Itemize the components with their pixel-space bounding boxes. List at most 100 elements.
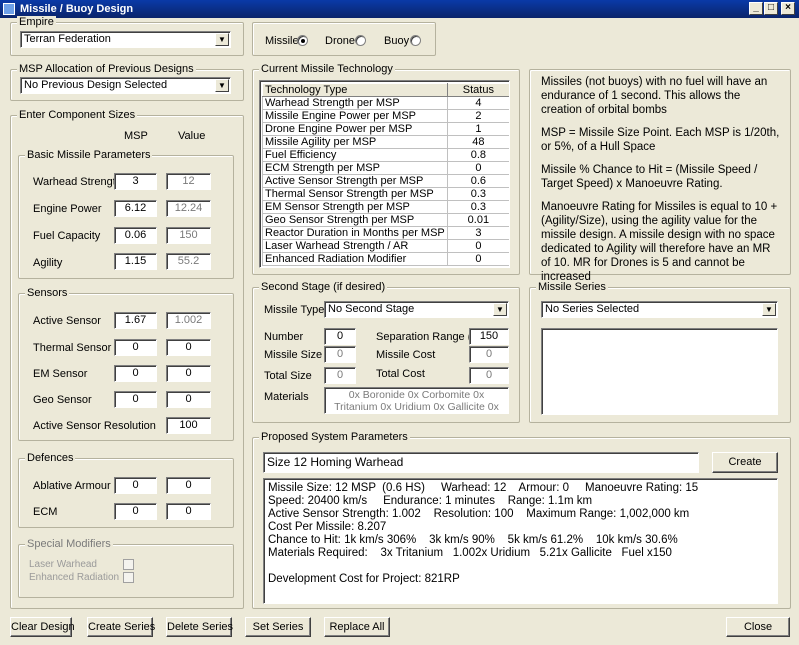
defences-legend: Defences <box>25 452 76 464</box>
engine-msp-input[interactable]: 6.12 <box>114 200 157 217</box>
ecm-label: ECM <box>33 506 58 518</box>
number-label: Number <box>264 331 304 343</box>
second-stage-select[interactable]: No Second Stage ▼ <box>324 301 509 318</box>
armour-msp-input[interactable]: 0 <box>114 477 157 494</box>
info-fuel: Missiles (not buoys) with no fuel will h… <box>541 76 768 116</box>
tech-status: 0 <box>446 239 509 253</box>
close-button[interactable]: Close <box>726 617 790 637</box>
tech-legend: Current Missile Technology <box>259 63 395 75</box>
clear-design-button[interactable]: Clear Design <box>10 617 75 637</box>
total-cost-label: Total Cost <box>376 368 425 380</box>
enhanced-radiation-checkbox[interactable] <box>123 572 134 583</box>
total-size-value: 0 <box>324 367 356 384</box>
number-input[interactable]: 0 <box>324 328 356 345</box>
tech-status: 0.01 <box>446 213 509 227</box>
missile-size-label: Missile Size <box>264 349 323 361</box>
fuel-value: 150 <box>166 227 211 244</box>
radio-drone-label: Drone <box>325 35 355 47</box>
fuel-msp-input[interactable]: 0.06 <box>114 227 157 244</box>
thermal-sensor-label: Thermal Sensor <box>33 342 112 354</box>
minimize-button[interactable]: _ <box>749 2 763 15</box>
delete-series-button[interactable]: Delete Series <box>166 617 233 637</box>
table-row[interactable]: Geo Sensor Strength per MSP 0.01 <box>262 213 509 227</box>
tech-status: 0 <box>446 252 509 266</box>
table-row[interactable]: Drone Engine Power per MSP 1 <box>262 122 509 136</box>
tech-col-status[interactable]: Status <box>446 83 509 97</box>
em-sensor-msp-input[interactable]: 0 <box>114 365 157 382</box>
radio-missile[interactable] <box>297 35 308 46</box>
close-window-button[interactable]: × <box>781 2 795 15</box>
empire-select[interactable]: Terran Federation ▼ <box>20 31 231 48</box>
chevron-down-icon[interactable]: ▼ <box>215 33 229 46</box>
ecm-value: 0 <box>166 503 211 520</box>
warhead-msp-input[interactable]: 3 <box>114 173 157 190</box>
sensor-resolution-input[interactable]: 100 <box>166 417 211 434</box>
separation-input[interactable]: 150 <box>469 328 509 345</box>
previous-design-select[interactable]: No Previous Design Selected ▼ <box>20 77 231 94</box>
tech-type: Drone Engine Power per MSP <box>262 122 448 136</box>
ecm-msp-input[interactable]: 0 <box>114 503 157 520</box>
set-series-button[interactable]: Set Series <box>245 617 311 637</box>
radio-buoy-label: Buoy <box>384 35 410 47</box>
empire-selected: Terran Federation <box>24 33 111 45</box>
tech-status: 0.3 <box>446 187 509 201</box>
tech-type: Active Sensor Strength per MSP <box>262 174 448 188</box>
table-row[interactable]: Reactor Duration in Months per MSP 3 <box>262 226 509 240</box>
tech-status: 0.6 <box>446 174 509 188</box>
table-row[interactable]: Fuel Efficiency 0.8 <box>262 148 509 162</box>
table-row[interactable]: Laser Warhead Strength / AR 0 <box>262 239 509 253</box>
enhanced-radiation-label: Enhanced Radiation <box>29 572 120 583</box>
series-list[interactable] <box>541 328 778 415</box>
table-row[interactable]: Active Sensor Strength per MSP 0.6 <box>262 174 509 188</box>
separation-label: Separation Range (k) <box>376 331 481 343</box>
table-row[interactable]: ECM Strength per MSP 0 <box>262 161 509 175</box>
info-text: Missiles (not buoys) with no fuel will h… <box>541 75 781 293</box>
table-row[interactable]: Warhead Strength per MSP 4 <box>262 96 509 110</box>
create-series-button[interactable]: Create Series <box>87 617 155 637</box>
tech-type: Enhanced Radiation Modifier <box>262 252 448 266</box>
design-summary: Missile Size: 12 MSP (0.6 HS) Warhead: 1… <box>263 478 778 604</box>
special-modifiers-group: Special Modifiers <box>18 538 234 598</box>
create-button[interactable]: Create <box>712 452 778 473</box>
agility-value: 55.2 <box>166 253 211 270</box>
special-modifiers-legend: Special Modifiers <box>25 538 113 550</box>
radio-buoy[interactable] <box>410 35 421 46</box>
agility-label: Agility <box>33 257 63 269</box>
table-row[interactable]: Missile Agility per MSP 48 <box>262 135 509 149</box>
table-row[interactable]: Enhanced Radiation Modifier 0 <box>262 252 509 266</box>
chevron-down-icon[interactable]: ▼ <box>493 303 507 316</box>
col-msp-header: MSP <box>124 130 148 142</box>
series-select[interactable]: No Series Selected ▼ <box>541 301 778 318</box>
total-cost-value: 0 <box>469 367 509 384</box>
tech-status: 3 <box>446 226 509 240</box>
tech-status: 0 <box>446 161 509 175</box>
replace-all-button[interactable]: Replace All <box>324 617 390 637</box>
summary-line: Missile Size: 12 MSP (0.6 HS) Warhead: 1… <box>268 482 699 494</box>
tech-col-type[interactable]: Technology Type <box>262 83 448 97</box>
table-row[interactable]: Thermal Sensor Strength per MSP 0.3 <box>262 187 509 201</box>
table-row[interactable]: EM Sensor Strength per MSP 0.3 <box>262 200 509 214</box>
laser-warhead-checkbox[interactable] <box>123 559 134 570</box>
maximize-button[interactable]: □ <box>764 2 778 15</box>
tech-type: Missile Engine Power per MSP <box>262 109 448 123</box>
tech-type: EM Sensor Strength per MSP <box>262 200 448 214</box>
active-sensor-value: 1.002 <box>166 312 211 329</box>
tech-table[interactable]: Technology Type Status Warhead Strength … <box>259 80 510 268</box>
second-stage-legend: Second Stage (if desired) <box>259 281 388 293</box>
geo-sensor-msp-input[interactable]: 0 <box>114 391 157 408</box>
thermal-sensor-msp-input[interactable]: 0 <box>114 339 157 356</box>
tech-status: 0.3 <box>446 200 509 214</box>
table-row[interactable]: Missile Engine Power per MSP 2 <box>262 109 509 123</box>
chevron-down-icon[interactable]: ▼ <box>762 303 776 316</box>
design-name-input[interactable]: Size 12 Homing Warhead <box>263 452 699 473</box>
empire-legend: Empire <box>17 16 56 28</box>
radio-drone[interactable] <box>355 35 366 46</box>
active-sensor-msp-input[interactable]: 1.67 <box>114 312 157 329</box>
sensor-resolution-label: Active Sensor Resolution <box>33 420 156 432</box>
info-manoeuvre: Manoeuvre Rating for Missiles is equal t… <box>541 201 778 283</box>
tech-type: ECM Strength per MSP <box>262 161 448 175</box>
agility-msp-input[interactable]: 1.15 <box>114 253 157 270</box>
tech-status: 48 <box>446 135 509 149</box>
chevron-down-icon[interactable]: ▼ <box>215 79 229 92</box>
laser-warhead-label: Laser Warhead <box>29 559 97 570</box>
